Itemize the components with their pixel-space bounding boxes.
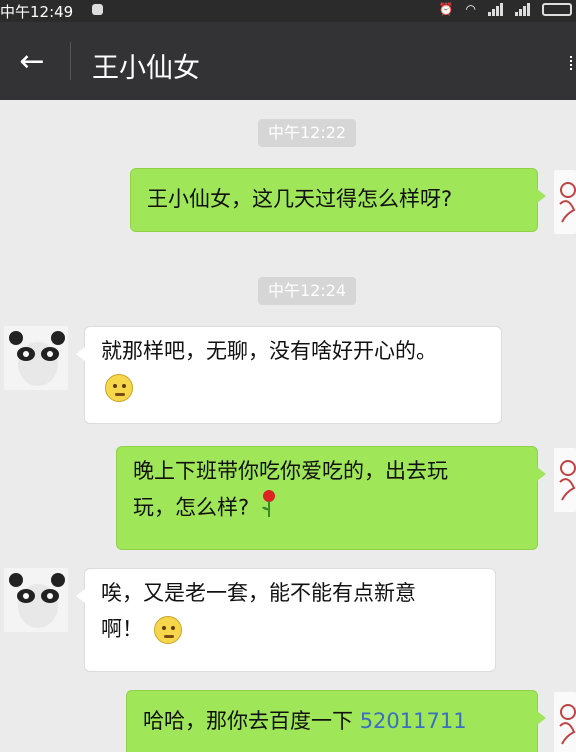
awkward-smile-emoji-icon [105, 374, 133, 402]
chat-title: 王小仙女 [92, 53, 200, 84]
my-avatar[interactable] [554, 692, 576, 752]
my-avatar[interactable] [554, 448, 576, 512]
status-bar: 中午12:49 ⏰ ◠ [0, 0, 576, 22]
incoming-message[interactable]: 唉，又是老一套，能不能有点新意 啊！ [76, 568, 496, 672]
my-avatar[interactable] [554, 170, 576, 234]
signal-icon [488, 2, 503, 16]
rose-emoji-icon [260, 489, 278, 528]
contact-avatar[interactable] [4, 326, 68, 390]
outgoing-message[interactable]: 晚上下班带你吃你爱吃的，出去玩 玩，怎么样? [116, 446, 546, 550]
battery-icon [542, 2, 572, 16]
back-arrow-icon[interactable]: ← [12, 42, 52, 82]
message-text: 就那样吧，无聊，没有啥好开心的。 [101, 339, 437, 363]
status-time: 中午12:49 [0, 3, 74, 21]
message-text-line2: 啊！ [101, 617, 143, 641]
chat-header: ← 王小仙女 [0, 22, 576, 100]
sad-face-emoji-icon [153, 616, 182, 644]
status-icons: ⏰ ◠ [439, 2, 572, 16]
outgoing-message[interactable]: 哈哈，那你去百度一下 52011711 [126, 690, 546, 752]
outgoing-message[interactable]: 王小仙女，这几天过得怎么样呀? [130, 168, 546, 232]
message-text: 唉，又是老一套，能不能有点新意 [101, 581, 416, 605]
alarm-icon: ⏰ [438, 2, 454, 16]
message-text: 哈哈，那你去百度一下 [143, 709, 360, 733]
message-text: 晚上下班带你吃你爱吃的，出去玩 [133, 459, 448, 483]
phone-number-link[interactable]: 52011711 [360, 709, 467, 733]
header-divider [70, 42, 71, 80]
timestamp: 中午12:24 [258, 277, 357, 305]
timestamp: 中午12:22 [258, 119, 357, 147]
signal-icon-2 [515, 2, 530, 16]
incoming-message[interactable]: 就那样吧，无聊，没有啥好开心的。 [76, 326, 502, 424]
more-options-icon[interactable] [570, 56, 576, 70]
message-text-line2: 玩，怎么样? [133, 495, 250, 520]
wifi-icon: ◠ [465, 2, 476, 16]
notification-icon [92, 4, 103, 15]
contact-avatar[interactable] [4, 568, 68, 632]
